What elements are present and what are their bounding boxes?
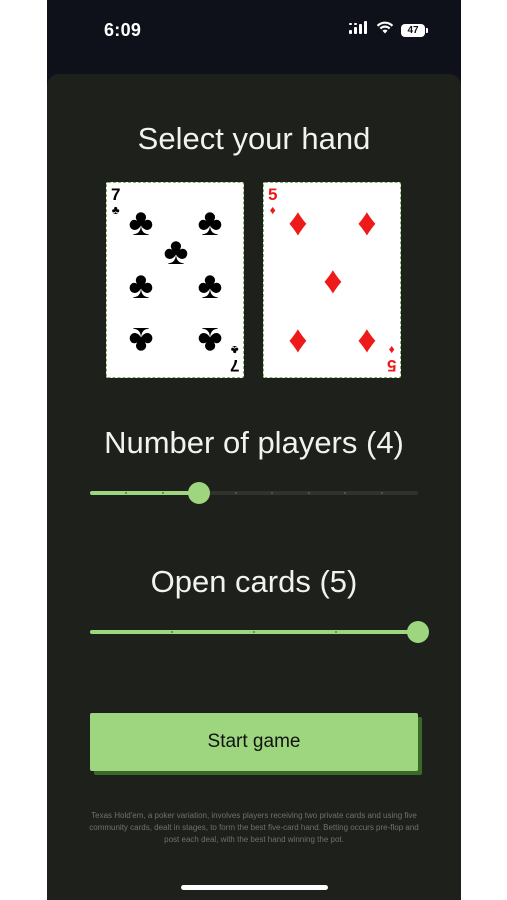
club-icon: ♣: [230, 343, 239, 357]
club-icon: ♣: [128, 265, 154, 307]
card-corner-bottom: 7 ♣: [229, 343, 239, 375]
slider-tick: [161, 492, 164, 494]
diamond-icon: ♦: [288, 319, 308, 361]
signal-icon: [349, 21, 369, 39]
open-cards-title: Open cards (5): [150, 564, 358, 599]
slider-tick: [253, 631, 255, 633]
diamond-icon: ♦: [357, 202, 377, 244]
diamond-icon: ♦: [388, 343, 395, 357]
club-icon: ♣: [197, 202, 223, 244]
club-icon: ♣: [128, 202, 154, 244]
hand-card-1[interactable]: 7 ♣ ♣ ♣ ♣ ♣ ♣ ♣ ♣ 7 ♣: [106, 182, 244, 378]
players-count-title: Number of players (4): [104, 425, 404, 460]
slider-tick: [171, 631, 173, 633]
card-corner-top: 5 ♦: [268, 186, 277, 216]
club-icon: ♣: [163, 231, 189, 273]
card-rank: 7: [111, 185, 121, 204]
home-indicator[interactable]: [181, 885, 328, 890]
phone-screen: 6:09 47 Select your hand 7 ♣ ♣ ♣ ♣ ♣ ♣ ♣…: [47, 0, 461, 900]
slider-tick: [335, 631, 337, 633]
slider-tick: [380, 492, 383, 494]
slider-tick: [234, 492, 237, 494]
select-hand-title: Select your hand: [137, 121, 371, 156]
game-description: Texas Hold'em, a poker variation, involv…: [89, 811, 419, 844]
players-slider[interactable]: [90, 481, 418, 505]
status-icons: 47: [349, 21, 428, 39]
slider-tick: [307, 492, 310, 494]
card-rank: 5: [386, 356, 396, 375]
slider-thumb[interactable]: [188, 482, 211, 504]
diamond-icon: ♦: [269, 203, 276, 217]
club-icon: ♣: [197, 265, 223, 307]
slider-thumb[interactable]: [407, 621, 429, 643]
start-game-button[interactable]: Start game: [90, 713, 418, 771]
diamond-icon: ♦: [357, 319, 377, 361]
status-time: 6:09: [104, 20, 142, 40]
slider-fill: [90, 491, 200, 495]
open-cards-slider[interactable]: [90, 620, 429, 644]
club-icon: ♣: [111, 203, 120, 217]
diamond-icon: ♦: [288, 202, 308, 244]
card-corner-bottom: 5 ♦: [386, 343, 396, 375]
club-icon: ♣: [197, 319, 223, 361]
battery-icon: 47: [401, 23, 428, 37]
status-bar: 6:09 47: [47, 0, 461, 62]
card-rank: 5: [268, 185, 278, 204]
hand-card-2[interactable]: 5 ♦ ♦ ♦ ♦ ♦ ♦ 5 ♦: [263, 182, 401, 378]
card-rank: 7: [229, 356, 239, 375]
card-corner-top: 7 ♣: [111, 186, 120, 216]
diamond-icon: ♦: [323, 260, 343, 302]
wifi-icon: [376, 21, 394, 39]
club-icon: ♣: [128, 319, 154, 361]
